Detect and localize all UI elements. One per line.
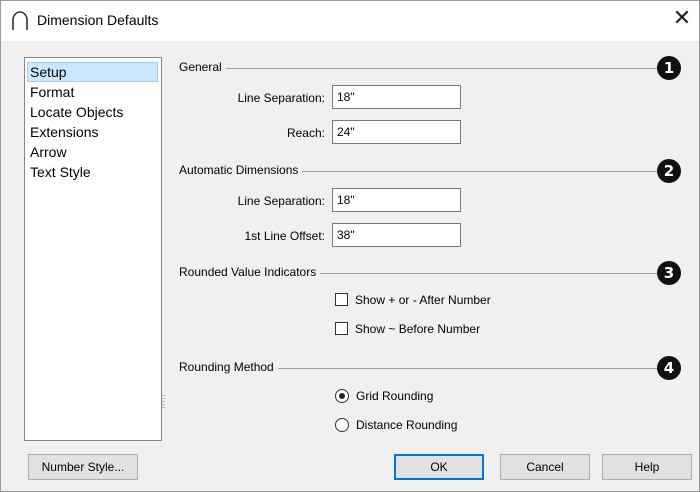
automatic-line-separation-input[interactable]: 18" [332, 188, 461, 212]
callout-badge-4: 4 [657, 356, 681, 380]
grid-rounding-radio[interactable] [335, 389, 349, 403]
reach-input[interactable]: 24" [332, 120, 461, 144]
sidebar-item-extensions[interactable]: Extensions [27, 122, 158, 142]
section-title-general: General [179, 60, 226, 74]
show-plus-minus-checkbox[interactable] [335, 293, 348, 306]
close-icon: ✕ [672, 5, 692, 30]
section-divider [179, 68, 659, 69]
show-tilde-checkbox[interactable] [335, 322, 348, 335]
sidebar-item-text-style[interactable]: Text Style [27, 162, 158, 182]
distance-rounding-radio[interactable] [335, 418, 349, 432]
section-title-rounding-method: Rounding Method [179, 360, 278, 374]
sidebar-item-format[interactable]: Format [27, 82, 158, 102]
first-line-offset-input[interactable]: 38" [332, 223, 461, 247]
first-line-offset-label: 1st Line Offset: [244, 229, 326, 243]
dialog-window: Dimension Defaults ✕ Setup Format Locate… [0, 0, 700, 492]
callout-badge-3: 3 [657, 261, 681, 285]
sidebar-item-setup[interactable]: Setup [27, 62, 158, 82]
arc-icon [12, 11, 28, 30]
line-separation-label: Line Separation: [237, 194, 325, 208]
number-style-button[interactable]: Number Style... [28, 454, 138, 480]
splitter-grip[interactable] [162, 395, 165, 409]
sidebar-item-arrow[interactable]: Arrow [27, 142, 158, 162]
ok-button[interactable]: OK [394, 454, 484, 480]
close-button[interactable]: ✕ [665, 1, 699, 35]
callout-badge-2: 2 [657, 159, 681, 183]
window-title: Dimension Defaults [37, 12, 159, 28]
title-bar: Dimension Defaults ✕ [1, 1, 699, 41]
sidebar-item-locate-objects[interactable]: Locate Objects [27, 102, 158, 122]
category-list: Setup Format Locate Objects Extensions A… [24, 57, 162, 441]
section-title-rounded-value-indicators: Rounded Value Indicators [179, 265, 321, 279]
distance-rounding-label: Distance Rounding [356, 418, 458, 432]
general-line-separation-input[interactable]: 18" [332, 85, 461, 109]
help-button[interactable]: Help [602, 454, 692, 480]
line-separation-label: Line Separation: [237, 91, 325, 105]
callout-badge-1: 1 [657, 56, 681, 80]
show-tilde-label: Show ~ Before Number [355, 322, 481, 336]
grid-rounding-label: Grid Rounding [356, 389, 434, 403]
reach-label: Reach: [286, 126, 325, 140]
cancel-button[interactable]: Cancel [500, 454, 590, 480]
show-plus-minus-label: Show + or - After Number [355, 293, 491, 307]
section-title-automatic-dimensions: Automatic Dimensions [179, 163, 303, 177]
radio-selected-dot [339, 393, 345, 399]
